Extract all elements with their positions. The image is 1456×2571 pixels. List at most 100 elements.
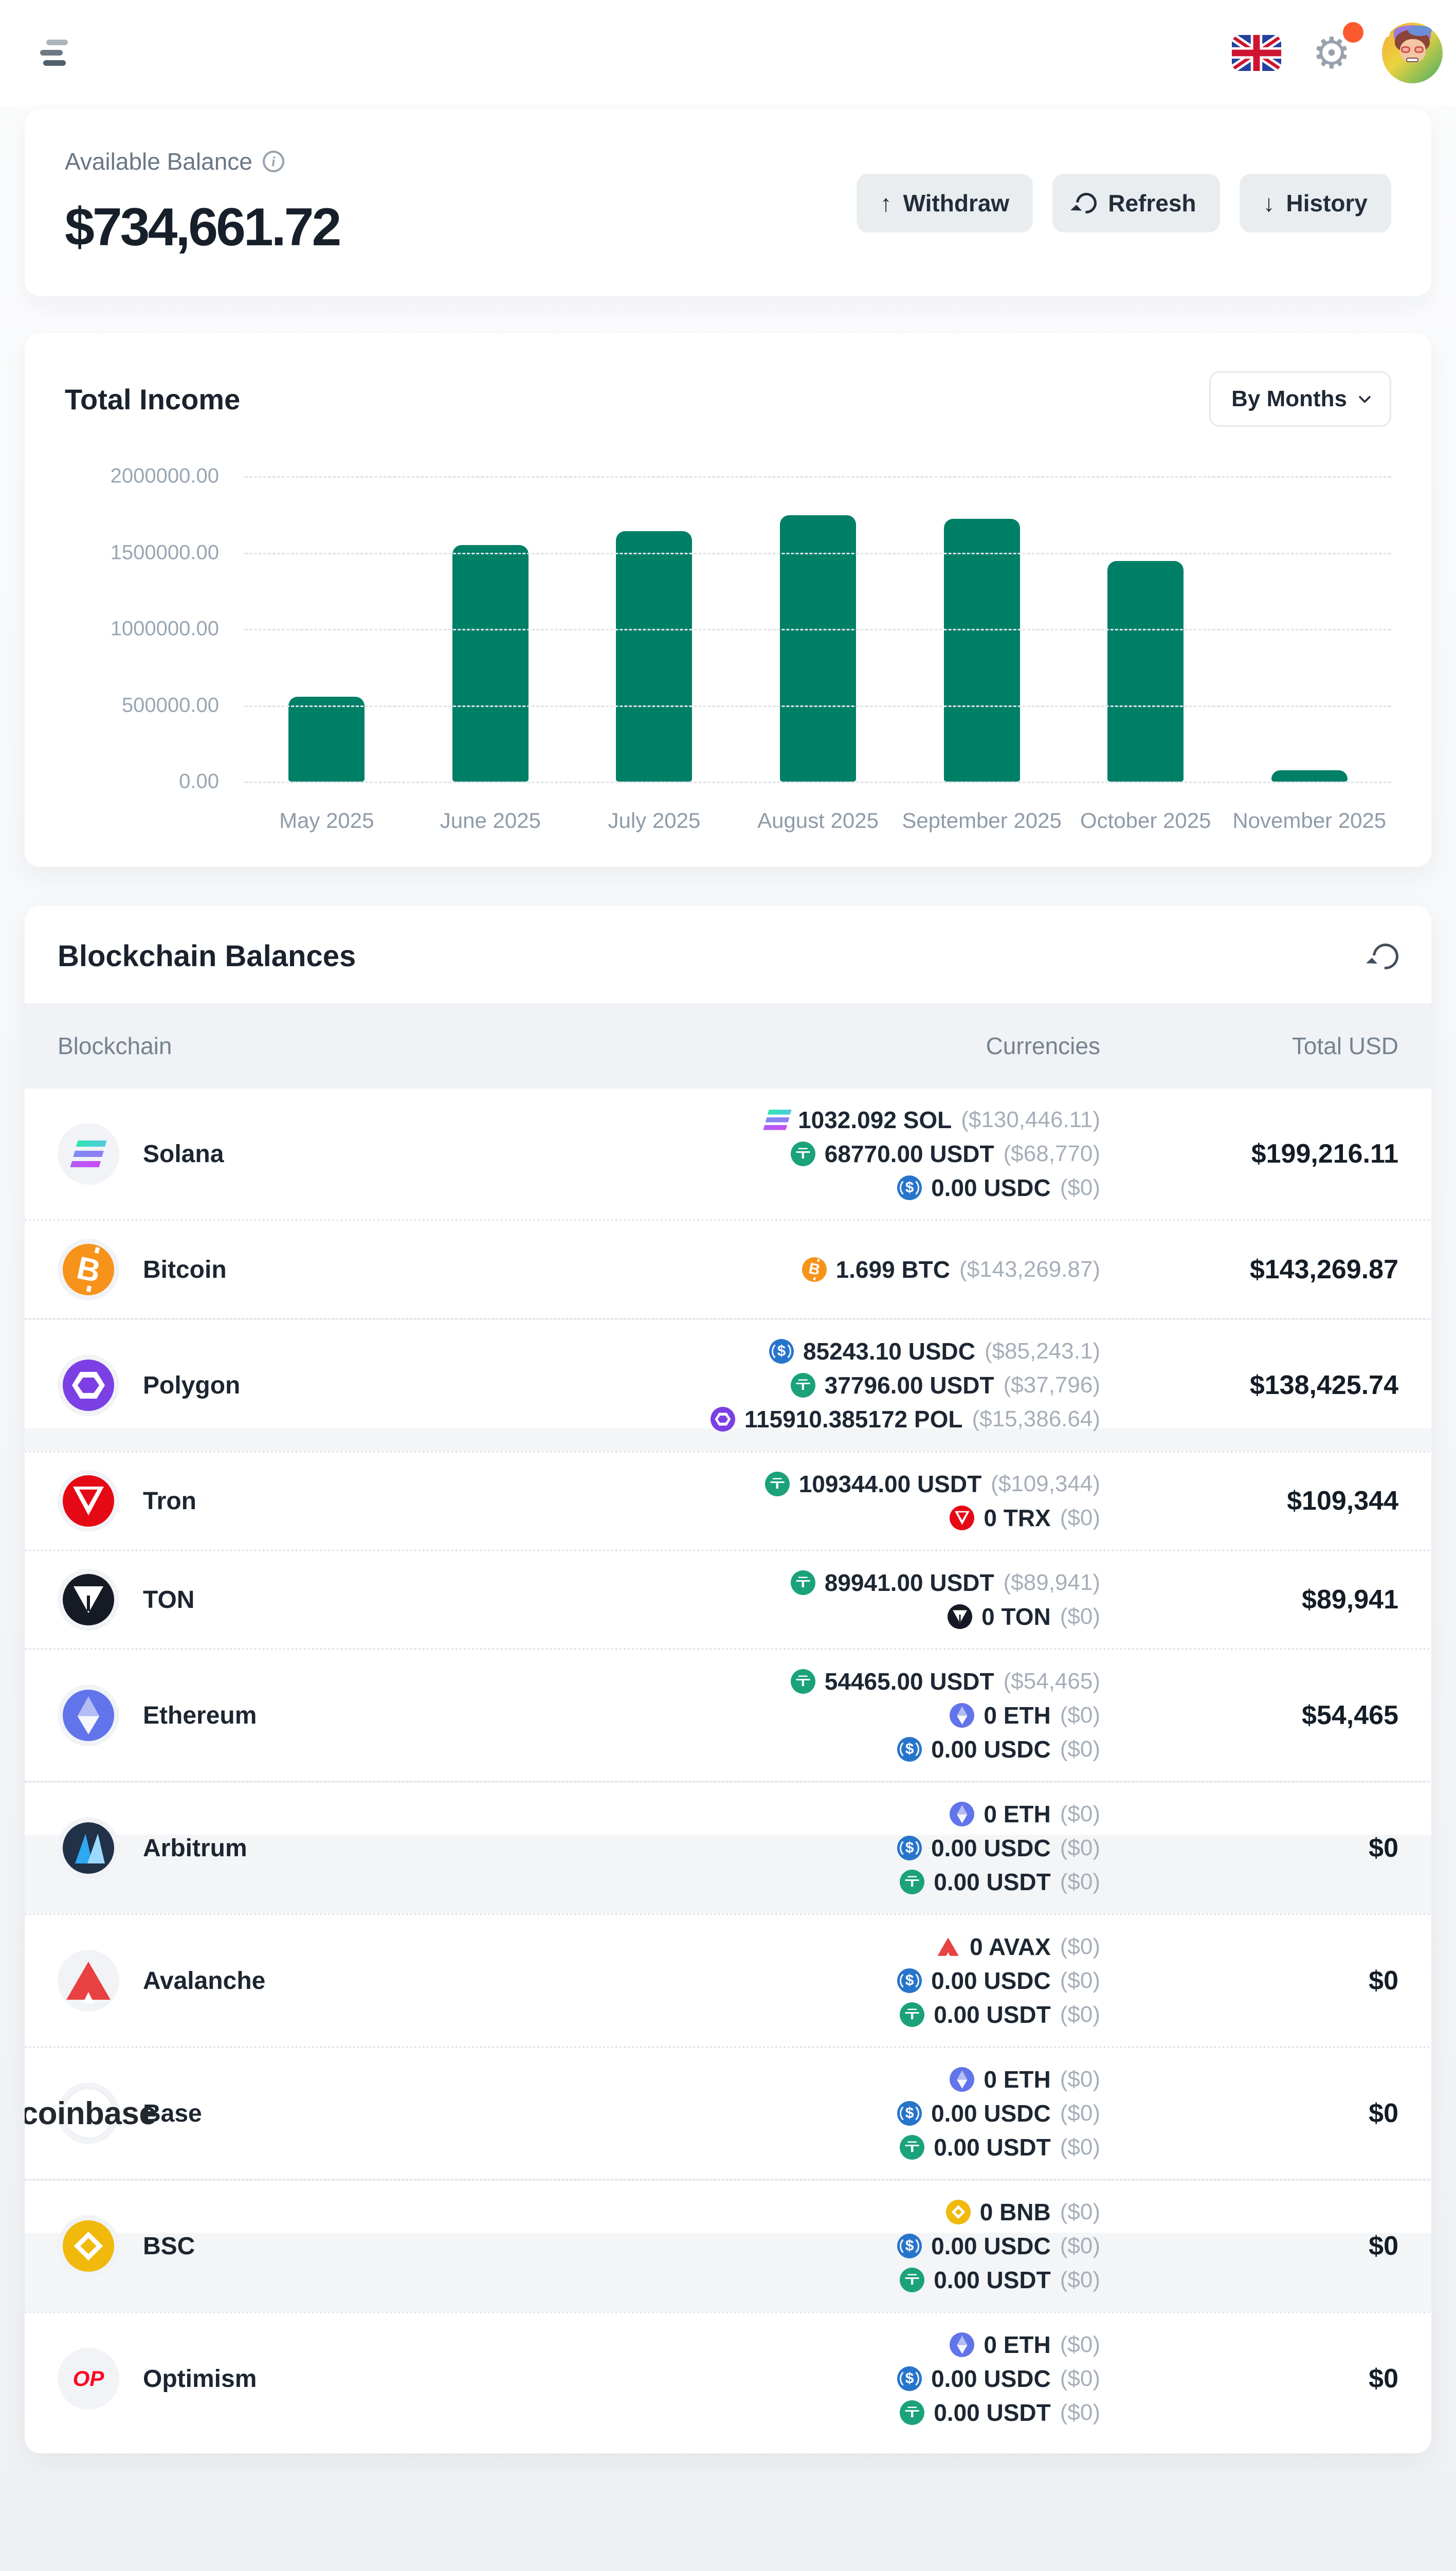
currency-line: 0.00 USDT($0)	[900, 2133, 1100, 2161]
gridline	[245, 553, 1391, 554]
column-currencies: Currencies	[699, 1032, 1100, 1060]
ethereum-icon	[950, 2332, 974, 2357]
blockchain-balances-card: Blockchain Balances Blockchain Currencie…	[25, 906, 1431, 2453]
x-tick-label: June 2025	[409, 808, 573, 833]
currency-line: 0.00 USDC($0)	[897, 1735, 1100, 1763]
currencies-cell: 0 AVAX($0)0.00 USDC($0)0.00 USDT($0)	[699, 1933, 1100, 2029]
currencies-cell: 0 ETH($0)0.00 USDC($0)0.00 USDT($0)	[699, 1800, 1100, 1896]
blockchain-cell: Optimism	[58, 2348, 699, 2410]
currency-amount: 109344.00 USDT	[799, 1470, 981, 1498]
currency-usd-value: ($109,344)	[991, 1471, 1100, 1497]
bnb-icon	[946, 2200, 971, 2224]
x-tick-label: July 2025	[572, 808, 736, 833]
chain-icon-wrap	[58, 1950, 119, 2012]
gridline	[245, 476, 1391, 478]
income-bar[interactable]	[288, 697, 365, 782]
blockchain-cell: Tron	[58, 1470, 699, 1532]
base-icon	[63, 2088, 114, 2139]
currency-amount: 0 AVAX	[970, 1933, 1051, 1961]
available-balance-label: Available Balance	[65, 148, 252, 175]
blockchain-cell: Arbitrum	[58, 1817, 699, 1879]
chart-plot	[245, 476, 1391, 782]
currency-amount: 0.00 USDC	[931, 2232, 1051, 2260]
ethereum-icon	[63, 1690, 114, 1741]
blockchain-cell: Ethereum	[58, 1685, 699, 1746]
blockchain-name: Avalanche	[143, 1967, 265, 1995]
usdt-icon	[791, 1669, 815, 1694]
currency-usd-value: ($0)	[1060, 1505, 1100, 1531]
gridline	[245, 705, 1391, 707]
usdt-icon	[791, 1373, 815, 1398]
column-blockchain: Blockchain	[58, 1032, 699, 1060]
currency-amount: 0 BNB	[980, 2198, 1051, 2226]
blockchain-cell: Polygon	[58, 1354, 699, 1416]
usdt-icon	[900, 2400, 924, 2425]
currency-amount: 0 TON	[981, 1603, 1051, 1631]
currency-usd-value: ($89,941)	[1004, 1570, 1100, 1596]
income-bar[interactable]	[780, 515, 856, 782]
user-avatar[interactable]	[1382, 23, 1443, 83]
settings-gear-icon[interactable]: ⚙	[1308, 29, 1355, 77]
x-axis-labels: May 2025June 2025July 2025August 2025Sep…	[245, 808, 1391, 833]
total-usd-value: $199,216.11	[1100, 1138, 1398, 1169]
gridline	[245, 629, 1391, 630]
usdc-icon	[897, 2234, 922, 2258]
income-bar[interactable]	[1271, 770, 1348, 782]
available-balance-card: Available Balance i $734,661.72 ↑ Withdr…	[25, 110, 1431, 296]
ton-icon	[63, 1574, 114, 1625]
currencies-cell: 0 ETH($0)0.00 USDC($0)0.00 USDT($0)	[699, 2066, 1100, 2161]
total-usd-value: $0	[1100, 1833, 1398, 1863]
table-body: Solana1032.092 SOL($130,446.11)68770.00 …	[25, 1089, 1431, 2444]
currency-usd-value: ($0)	[1060, 1934, 1100, 1960]
tron-icon	[63, 1475, 114, 1527]
total-usd-value: $0	[1100, 1965, 1398, 1996]
income-bar[interactable]	[452, 545, 529, 782]
income-bar[interactable]	[944, 519, 1020, 782]
blockchain-name: BSC	[143, 2232, 195, 2260]
ethereum-icon	[950, 1703, 974, 1728]
currency-amount: 0 TRX	[984, 1504, 1050, 1532]
refresh-button[interactable]: Refresh	[1052, 174, 1220, 232]
arbitrum-icon	[63, 1822, 114, 1874]
usdc-icon	[897, 1175, 922, 1200]
hamburger-menu-icon[interactable]	[35, 34, 73, 71]
currency-line: 0.00 USDC($0)	[897, 1174, 1100, 1202]
currency-usd-value: ($0)	[1060, 2134, 1100, 2160]
currency-usd-value: ($0)	[1060, 1835, 1100, 1861]
currency-line: 1.699 BTC($143,269.87)	[802, 1256, 1100, 1283]
table-refresh-icon[interactable]	[1368, 938, 1404, 974]
currency-line: 0.00 USDT($0)	[900, 1868, 1100, 1896]
total-usd-value: $109,344	[1100, 1486, 1398, 1516]
history-button[interactable]: ↓ History	[1240, 174, 1391, 232]
currency-usd-value: ($85,243.1)	[985, 1338, 1100, 1364]
currency-amount: 0.00 USDT	[934, 2399, 1051, 2427]
withdraw-button[interactable]: ↑ Withdraw	[857, 174, 1033, 232]
total-usd-value: $138,425.74	[1100, 1370, 1398, 1401]
currency-line: 0 TON($0)	[948, 1603, 1100, 1631]
table-header-row: Blockchain Currencies Total USD	[25, 1003, 1431, 1089]
uk-flag-icon[interactable]	[1232, 35, 1281, 71]
currency-line: 0.00 USDC($0)	[897, 1967, 1100, 1995]
y-tick-label: 2000000.00	[65, 465, 219, 488]
currency-usd-value: ($143,269.87)	[959, 1257, 1100, 1282]
income-bar[interactable]	[1107, 561, 1184, 782]
currency-amount: 68770.00 USDT	[825, 1140, 994, 1168]
usdt-icon	[765, 1472, 790, 1496]
currency-usd-value: ($0)	[1060, 1175, 1100, 1201]
currency-amount: 115910.385172 POL	[744, 1405, 963, 1433]
arrow-down-icon: ↓	[1263, 189, 1275, 217]
currencies-cell: 1.699 BTC($143,269.87)	[699, 1256, 1100, 1283]
blockchain-cell: Bitcoin	[58, 1239, 699, 1300]
currency-amount: 0.00 USDT	[934, 2266, 1051, 2294]
info-icon[interactable]: i	[263, 151, 284, 172]
currency-amount: 0 ETH	[984, 2331, 1050, 2359]
income-bar[interactable]	[616, 531, 692, 782]
currency-amount: 0.00 USDC	[931, 2099, 1051, 2127]
table-row: Base0 ETH($0)0.00 USDC($0)0.00 USDT($0)$…	[25, 2046, 1431, 2179]
currencies-cell: 1032.092 SOL($130,446.11)68770.00 USDT($…	[699, 1106, 1100, 1202]
period-selector-dropdown[interactable]: By Months	[1209, 371, 1391, 427]
available-balance-amount: $734,661.72	[65, 197, 339, 258]
currency-usd-value: ($0)	[1060, 2366, 1100, 2392]
table-row: Polygon85243.10 USDC($85,243.1)37796.00 …	[25, 1318, 1431, 1451]
blockchain-name: Ethereum	[143, 1701, 257, 1730]
